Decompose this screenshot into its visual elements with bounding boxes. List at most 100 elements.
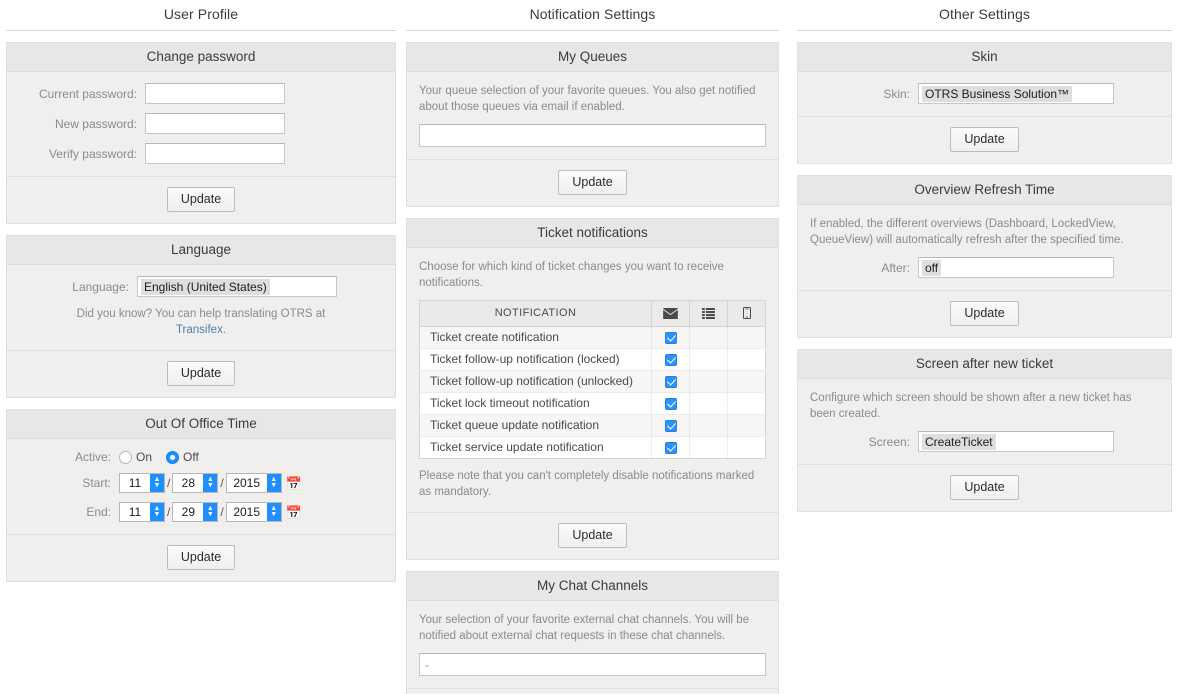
label-language: Language: bbox=[72, 279, 129, 294]
checkbox-email[interactable] bbox=[664, 442, 677, 455]
end-year-stepper[interactable]: 2015 ▲ ▼ bbox=[225, 502, 282, 522]
language-body: Language: English (United States) Did yo… bbox=[7, 265, 395, 350]
start-year-stepper-arrows[interactable]: ▲ ▼ bbox=[266, 474, 281, 492]
date-separator: / bbox=[167, 505, 171, 519]
date-separator: / bbox=[220, 505, 224, 519]
skin-select[interactable]: OTRS Business Solution™ bbox=[918, 83, 1114, 104]
checkbox-email[interactable] bbox=[664, 354, 677, 367]
end-year-stepper-arrows[interactable]: ▲ ▼ bbox=[266, 503, 281, 521]
update-button-my-queues[interactable]: Update bbox=[558, 170, 627, 195]
widget-my-chat-channels: My Chat Channels Your selection of your … bbox=[406, 571, 779, 694]
row-new-password: New password: bbox=[19, 113, 383, 134]
overview-refresh-hint: If enabled, the different overviews (Das… bbox=[810, 218, 1124, 246]
checkbox-email[interactable] bbox=[664, 332, 677, 345]
current-password-input[interactable] bbox=[145, 83, 285, 104]
notification-email-cell[interactable] bbox=[651, 392, 690, 416]
notification-name: Ticket follow-up notification (locked) bbox=[419, 348, 652, 372]
update-button-out-of-office[interactable]: Update bbox=[166, 545, 236, 570]
table-header-row: NOTIFICATION bbox=[419, 300, 766, 328]
change-password-footer: Update bbox=[7, 176, 395, 223]
notification-mobile-cell[interactable] bbox=[727, 414, 766, 438]
row-verify-password: Verify password: bbox=[19, 143, 383, 164]
language-footer: Update bbox=[7, 350, 395, 397]
new-password-input[interactable] bbox=[145, 113, 285, 134]
checkbox-email[interactable] bbox=[664, 420, 677, 433]
label-verify-password: Verify password: bbox=[48, 146, 137, 161]
update-button-skin[interactable]: Update bbox=[950, 127, 1019, 152]
skin-body: Skin: OTRS Business Solution™ bbox=[798, 72, 1171, 116]
update-button-overview-refresh[interactable]: Update bbox=[950, 301, 1019, 326]
ticket-notifications-footnote: Please note that you can't completely di… bbox=[419, 470, 755, 499]
label-end: End: bbox=[86, 505, 111, 519]
start-month-stepper[interactable]: 11 ▲ ▼ bbox=[119, 473, 165, 493]
widget-screen-after-new-ticket: Screen after new ticket Configure which … bbox=[797, 349, 1172, 512]
notification-mobile-cell[interactable] bbox=[727, 348, 766, 372]
calendar-icon[interactable]: 📅 bbox=[286, 506, 302, 519]
transifex-link[interactable]: Transifex bbox=[176, 324, 223, 336]
update-button-ticket-notifications[interactable]: Update bbox=[558, 523, 627, 549]
notification-web-cell[interactable] bbox=[689, 370, 728, 394]
verify-password-input[interactable] bbox=[145, 143, 285, 164]
notification-mobile-cell[interactable] bbox=[727, 326, 766, 350]
start-month-stepper-arrows[interactable]: ▲ ▼ bbox=[150, 474, 164, 492]
label-current-password: Current password: bbox=[38, 86, 137, 101]
widget-ticket-notifications: Ticket notifications Choose for which ki… bbox=[406, 218, 779, 561]
notification-web-cell[interactable] bbox=[689, 414, 728, 438]
preferences-page: User Profile Change password Current pas… bbox=[0, 0, 1197, 694]
start-day-stepper[interactable]: 28 ▲ ▼ bbox=[172, 473, 219, 493]
radio-active-off[interactable] bbox=[166, 450, 180, 464]
radio-active-on[interactable] bbox=[119, 450, 132, 464]
table-row[interactable]: Ticket lock timeout notification bbox=[419, 392, 766, 416]
widget-title-language: Language bbox=[7, 236, 395, 265]
notification-web-cell[interactable] bbox=[689, 348, 728, 372]
table-row[interactable]: Ticket create notification bbox=[419, 326, 766, 350]
end-day-stepper-arrows[interactable]: ▲ ▼ bbox=[203, 503, 218, 521]
table-body: Ticket create notification Ticket follow… bbox=[419, 326, 766, 459]
end-day-stepper[interactable]: 29 ▲ ▼ bbox=[172, 502, 219, 522]
widget-title-overview-refresh-time: Overview Refresh Time bbox=[798, 176, 1171, 205]
end-month-stepper[interactable]: 11 ▲ ▼ bbox=[119, 502, 165, 522]
notification-email-cell[interactable] bbox=[651, 326, 690, 350]
notification-web-cell[interactable] bbox=[689, 392, 728, 416]
notification-email-cell[interactable] bbox=[651, 370, 690, 394]
update-button-language[interactable]: Update bbox=[166, 361, 236, 386]
row-current-password: Current password: bbox=[19, 83, 383, 104]
skin-select-value: OTRS Business Solution™ bbox=[922, 85, 1073, 102]
table-row[interactable]: Ticket follow-up notification (locked) bbox=[419, 348, 766, 372]
start-day-stepper-arrows[interactable]: ▲ ▼ bbox=[203, 474, 218, 492]
language-select[interactable]: English (United States) bbox=[137, 276, 337, 297]
notification-email-cell[interactable] bbox=[651, 348, 690, 372]
refresh-after-select[interactable]: off bbox=[918, 257, 1114, 278]
radio-label-on: On bbox=[136, 450, 153, 464]
notification-mobile-cell[interactable] bbox=[727, 436, 766, 459]
checkbox-email[interactable] bbox=[664, 376, 677, 389]
widget-title-ticket-notifications: Ticket notifications bbox=[407, 219, 778, 248]
calendar-icon[interactable]: 📅 bbox=[286, 477, 302, 490]
table-row[interactable]: Ticket service update notification bbox=[420, 436, 766, 459]
notification-email-cell[interactable] bbox=[651, 414, 690, 438]
widget-title-my-chat-channels: My Chat Channels bbox=[407, 572, 778, 602]
my-queues-input[interactable] bbox=[419, 124, 766, 147]
update-button-screen-after-ticket[interactable]: Update bbox=[950, 475, 1019, 500]
table-row[interactable]: Ticket follow-up notification (unlocked) bbox=[419, 370, 766, 394]
notification-web-cell[interactable] bbox=[689, 326, 728, 350]
checkbox-email[interactable] bbox=[664, 398, 677, 411]
my-chat-channels-value: - bbox=[425, 657, 429, 672]
change-password-body: Current password: New password: Verify p… bbox=[7, 72, 395, 176]
column-header-email bbox=[651, 300, 690, 328]
column-title-notification-settings: Notification Settings bbox=[406, 0, 779, 31]
notification-mobile-cell[interactable] bbox=[727, 392, 766, 416]
start-year-stepper[interactable]: 2015 ▲ ▼ bbox=[225, 473, 282, 493]
table-row[interactable]: Ticket queue update notification bbox=[419, 414, 766, 438]
notification-web-cell[interactable] bbox=[689, 436, 728, 459]
refresh-after-value: off bbox=[922, 259, 942, 276]
notification-name: Ticket follow-up notification (unlocked) bbox=[419, 370, 652, 394]
my-chat-channels-select[interactable]: - bbox=[419, 653, 766, 677]
screen-select-value: CreateTicket bbox=[922, 433, 996, 450]
notification-mobile-cell[interactable] bbox=[727, 370, 766, 394]
skin-footer: Update bbox=[798, 116, 1171, 163]
screen-select[interactable]: CreateTicket bbox=[918, 431, 1114, 452]
update-button-change-password[interactable]: Update bbox=[166, 187, 236, 212]
end-month-stepper-arrows[interactable]: ▲ ▼ bbox=[150, 503, 164, 521]
notification-email-cell[interactable] bbox=[651, 436, 690, 459]
